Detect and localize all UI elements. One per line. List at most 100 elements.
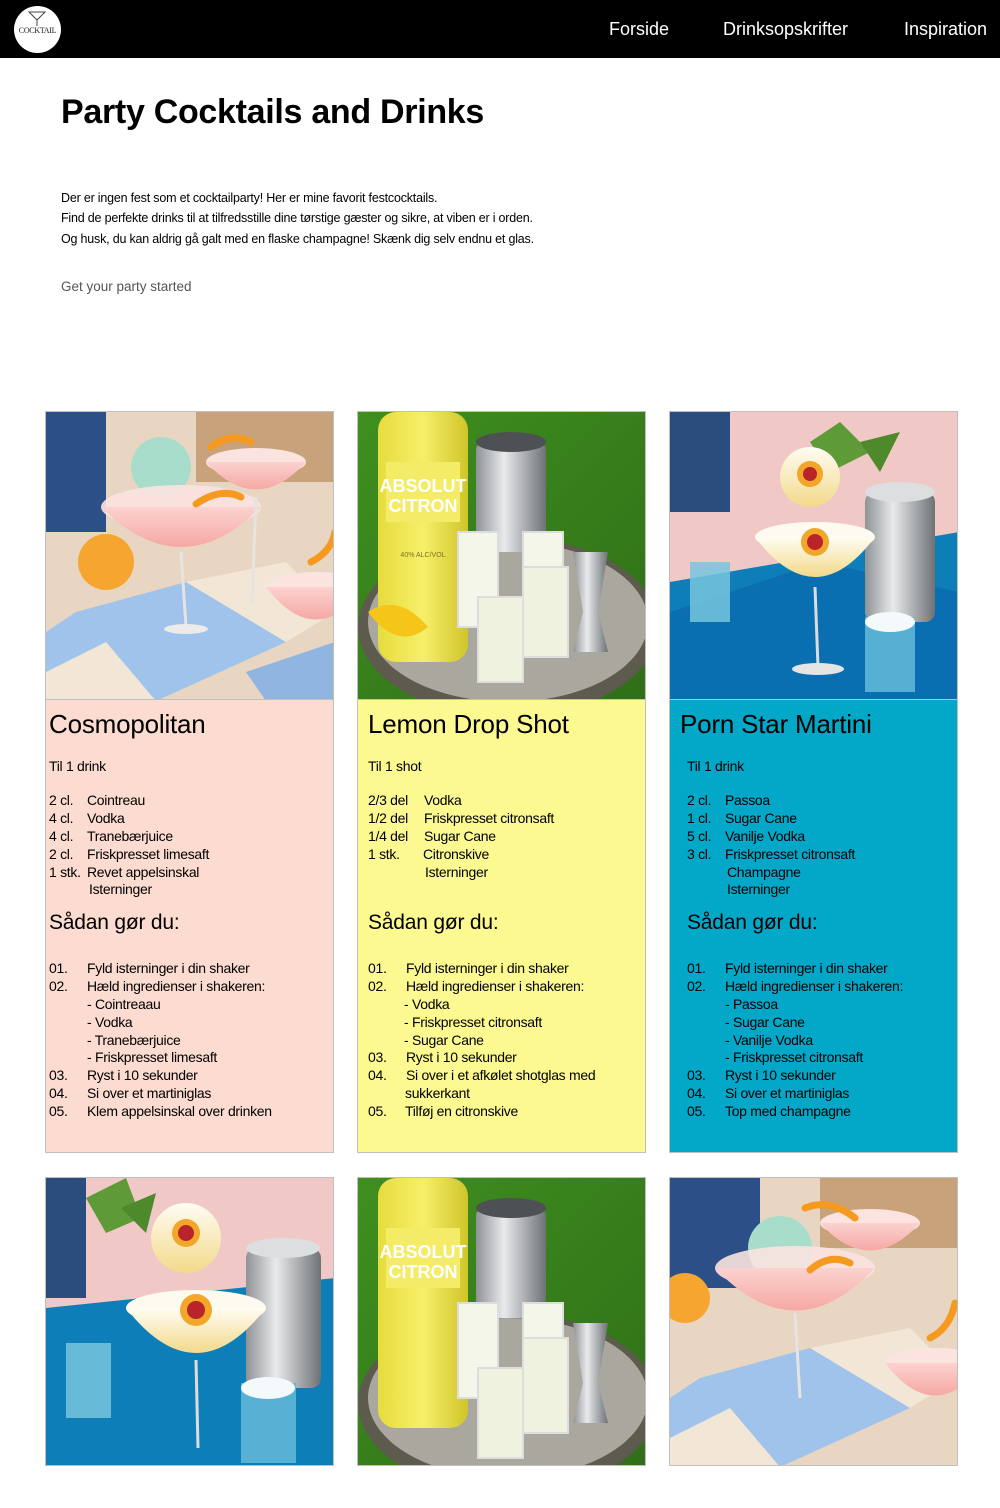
ingredient-name: Isterninger bbox=[89, 881, 152, 898]
step-number: 05. bbox=[368, 1103, 387, 1120]
site-logo[interactable]: COCKTAIL bbox=[14, 6, 61, 53]
ingredient-amount: 2/3 del bbox=[368, 792, 408, 808]
nav-link-forside[interactable]: Forside bbox=[609, 19, 669, 40]
recipe-card-cosmopolitan: Cosmopolitan Til 1 drink 2 cl. Cointreau … bbox=[45, 699, 334, 1153]
step-text: Hæld ingredienser i shakeren: bbox=[725, 977, 904, 994]
step-text: Fyld isterninger i din shaker bbox=[406, 960, 569, 976]
step-text: Ryst i 10 sekunder bbox=[87, 1067, 198, 1084]
ingredient-amount: 1 cl. bbox=[687, 809, 712, 826]
ingredient-name: Passoa bbox=[725, 792, 770, 808]
ingredient-amount: 1 stk. bbox=[368, 845, 400, 862]
top-navigation: COCKTAIL Forside Drinksopskrifter Inspir… bbox=[0, 0, 1000, 58]
intro-line: Find de perfekte drinks til at tilfredss… bbox=[61, 211, 533, 226]
ingredient-name: Tranebærjuice bbox=[87, 827, 173, 844]
step-text: - Cointreaau bbox=[87, 995, 161, 1012]
bottle-label-abv: 40% ALC/VOL bbox=[400, 552, 445, 559]
recipe-serves: Til 1 drink bbox=[49, 758, 106, 774]
step-text: Fyld isterninger i din shaker bbox=[87, 960, 250, 976]
lemon-drop-shot-photo-2: ABSOLUT CITRON bbox=[357, 1177, 646, 1466]
ingredient-name: Friskpresset citronsaft bbox=[725, 845, 856, 862]
step-number: 03. bbox=[49, 1067, 68, 1084]
ingredient-name: Vanilje Vodka bbox=[725, 827, 805, 844]
how-to-heading: Sådan gør du: bbox=[368, 911, 499, 934]
intro-line: Og husk, du kan aldrig gå galt med en fl… bbox=[61, 231, 534, 246]
ingredient-amount: 4 cl. bbox=[49, 809, 74, 826]
step-text: - Vodka bbox=[87, 1013, 133, 1030]
bottle-label-brand: ABSOLUT bbox=[380, 1242, 467, 1262]
page-title: Party Cocktails and Drinks bbox=[61, 93, 485, 131]
ingredient-amount: 3 cl. bbox=[687, 845, 712, 862]
step-text: - Vodka bbox=[404, 995, 450, 1012]
step-number: 03. bbox=[687, 1067, 706, 1084]
intro-line: Der er ingen fest som et cocktailparty! … bbox=[61, 191, 438, 205]
ingredient-name: Sugar Cane bbox=[424, 827, 496, 844]
porn-star-martini-photo bbox=[669, 411, 958, 700]
ingredient-name: Revet appelsinskal bbox=[87, 863, 200, 880]
ingredient-amount: 1/4 del bbox=[368, 827, 408, 844]
ingredient-name: Vodka bbox=[87, 809, 125, 826]
nav-link-drinksopskrifter[interactable]: Drinksopskrifter bbox=[723, 19, 848, 40]
step-number: 02. bbox=[49, 977, 68, 994]
step-text: Si over et martiniglas bbox=[725, 1085, 850, 1102]
step-number: 01. bbox=[368, 960, 387, 976]
ingredient-amount: 4 cl. bbox=[49, 827, 74, 844]
step-text: Hæld ingredienser i shakeren: bbox=[406, 977, 585, 994]
recipe-serves: Til 1 shot bbox=[368, 758, 422, 774]
porn-star-martini-photo-2 bbox=[45, 1177, 334, 1466]
intro-text: Der er ingen fest som et cocktailparty! … bbox=[61, 188, 534, 249]
how-to-heading: Sådan gør du: bbox=[687, 911, 818, 934]
step-text: Fyld isterninger i din shaker bbox=[725, 960, 888, 976]
bottle-label-brand: ABSOLUT bbox=[380, 476, 467, 496]
ingredient-name: Friskpresset citronsaft bbox=[424, 809, 555, 826]
step-number: 03. bbox=[368, 1049, 387, 1066]
recipe-title: Porn Star Martini bbox=[680, 709, 872, 739]
step-text: - Passoa bbox=[725, 995, 778, 1012]
step-text: Tilføj en citronskive bbox=[405, 1103, 518, 1120]
step-text: - Tranebærjuice bbox=[87, 1031, 181, 1048]
ingredient-name: Champagne bbox=[727, 863, 801, 880]
nav-link-inspiration[interactable]: Inspiration bbox=[904, 19, 987, 40]
step-text: - Vanilje Vodka bbox=[725, 1031, 813, 1048]
ingredient-name: Isterninger bbox=[425, 863, 488, 880]
ingredient-name: Vodka bbox=[424, 792, 462, 808]
ingredient-amount: 2 cl. bbox=[49, 792, 74, 808]
step-number: 05. bbox=[49, 1103, 68, 1120]
step-text: Si over i et afkølet shotglas med bbox=[406, 1067, 596, 1084]
step-text: sukkerkant bbox=[405, 1085, 470, 1102]
tagline: Get your party started bbox=[61, 279, 192, 294]
recipe-title: Cosmopolitan bbox=[49, 709, 206, 739]
step-text: - Friskpresset limesaft bbox=[87, 1049, 218, 1066]
ingredient-name: Isterninger bbox=[727, 881, 790, 898]
bottle-label-variant: CITRON bbox=[389, 496, 458, 516]
step-number: 01. bbox=[687, 960, 706, 976]
logo-text: COCKTAIL bbox=[18, 26, 57, 35]
ingredient-name: Friskpresset limesaft bbox=[87, 845, 210, 862]
recipe-card-lemon-drop-shot: Lemon Drop Shot Til 1 shot 2/3 del Vodka … bbox=[357, 699, 646, 1153]
ingredient-amount: 1 stk. bbox=[49, 863, 81, 880]
recipe-serves: Til 1 drink bbox=[687, 758, 744, 774]
step-text: Top med champagne bbox=[725, 1103, 851, 1120]
step-text: Hæld ingredienser i shakeren: bbox=[87, 977, 266, 994]
step-text: Klem appelsinskal over drinken bbox=[87, 1103, 272, 1120]
cocktail-glass-icon bbox=[27, 11, 47, 26]
step-text: - Friskpresset citronsaft bbox=[725, 1049, 863, 1066]
recipe-title: Lemon Drop Shot bbox=[368, 709, 569, 739]
step-number: 02. bbox=[687, 977, 706, 994]
step-number: 04. bbox=[368, 1067, 387, 1084]
lemon-drop-shot-photo: ABSOLUT CITRON 40% ALC/VOL bbox=[357, 411, 646, 700]
ingredient-amount: 1/2 del bbox=[368, 809, 408, 826]
step-text: - Sugar Cane bbox=[404, 1031, 484, 1048]
ingredient-name: Cointreau bbox=[87, 792, 146, 808]
step-text: Ryst i 10 sekunder bbox=[725, 1067, 836, 1084]
step-number: 04. bbox=[49, 1085, 68, 1102]
step-number: 02. bbox=[368, 977, 387, 994]
recipe-card-porn-star-martini: Porn Star Martini Til 1 drink 2 cl. Passo… bbox=[669, 699, 958, 1153]
ingredient-amount: 2 cl. bbox=[49, 845, 74, 862]
step-text: Si over et martiniglas bbox=[87, 1085, 212, 1102]
step-text: - Friskpresset citronsaft bbox=[404, 1013, 542, 1030]
step-number: 05. bbox=[687, 1103, 706, 1120]
step-number: 04. bbox=[687, 1085, 706, 1102]
step-text: Ryst i 10 sekunder bbox=[406, 1049, 517, 1066]
ingredient-amount: 5 cl. bbox=[687, 827, 712, 844]
cosmopolitan-photo-2 bbox=[669, 1177, 958, 1466]
